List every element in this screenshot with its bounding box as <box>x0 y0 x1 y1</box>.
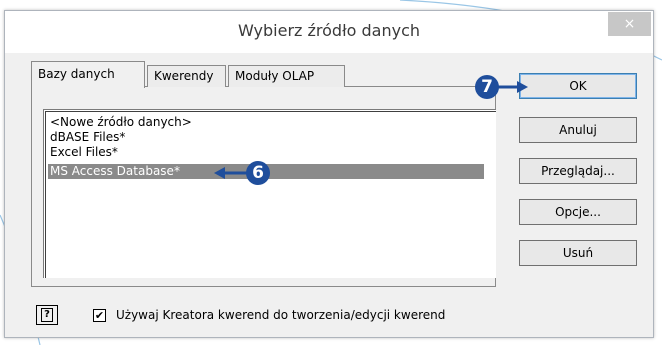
callout-arrow-ok <box>498 81 528 93</box>
list-item[interactable]: Excel Files* <box>48 145 118 160</box>
tab-databases[interactable]: Bazy danych <box>31 61 145 88</box>
cancel-button[interactable]: Anuluj <box>519 117 637 143</box>
callout-badge-list: 6 <box>246 161 270 185</box>
callout-arrow-list <box>214 167 248 179</box>
help-glyph: ? <box>41 308 53 322</box>
callout-badge-ok: 7 <box>475 75 499 99</box>
list-border: <Nowe źródło danych> dBASE Files* Excel … <box>45 111 496 278</box>
help-icon[interactable]: ? <box>36 305 58 325</box>
tab-olap-cubes[interactable]: Moduły OLAP <box>228 65 345 87</box>
close-icon[interactable]: × <box>608 12 651 36</box>
delete-button[interactable]: Usuń <box>519 240 637 266</box>
list-item[interactable]: dBASE Files* <box>48 130 125 145</box>
browse-button[interactable]: Przeglądaj... <box>519 158 637 184</box>
query-wizard-checkbox[interactable]: ✔ <box>93 309 106 322</box>
list-item[interactable]: <Nowe źródło danych> <box>48 115 192 130</box>
query-wizard-label: Używaj Kreatora kwerend do tworzenia/edy… <box>116 308 446 322</box>
title-bar: Wybierz źródło danych × <box>5 11 653 53</box>
ok-button[interactable]: OK <box>519 73 637 99</box>
data-source-list[interactable]: <Nowe źródło danych> dBASE Files* Excel … <box>43 109 496 278</box>
options-button[interactable]: Opcje... <box>519 199 637 225</box>
dialog-title: Wybierz źródło danych <box>237 21 420 40</box>
tab-queries[interactable]: Kwerendy <box>147 65 226 87</box>
